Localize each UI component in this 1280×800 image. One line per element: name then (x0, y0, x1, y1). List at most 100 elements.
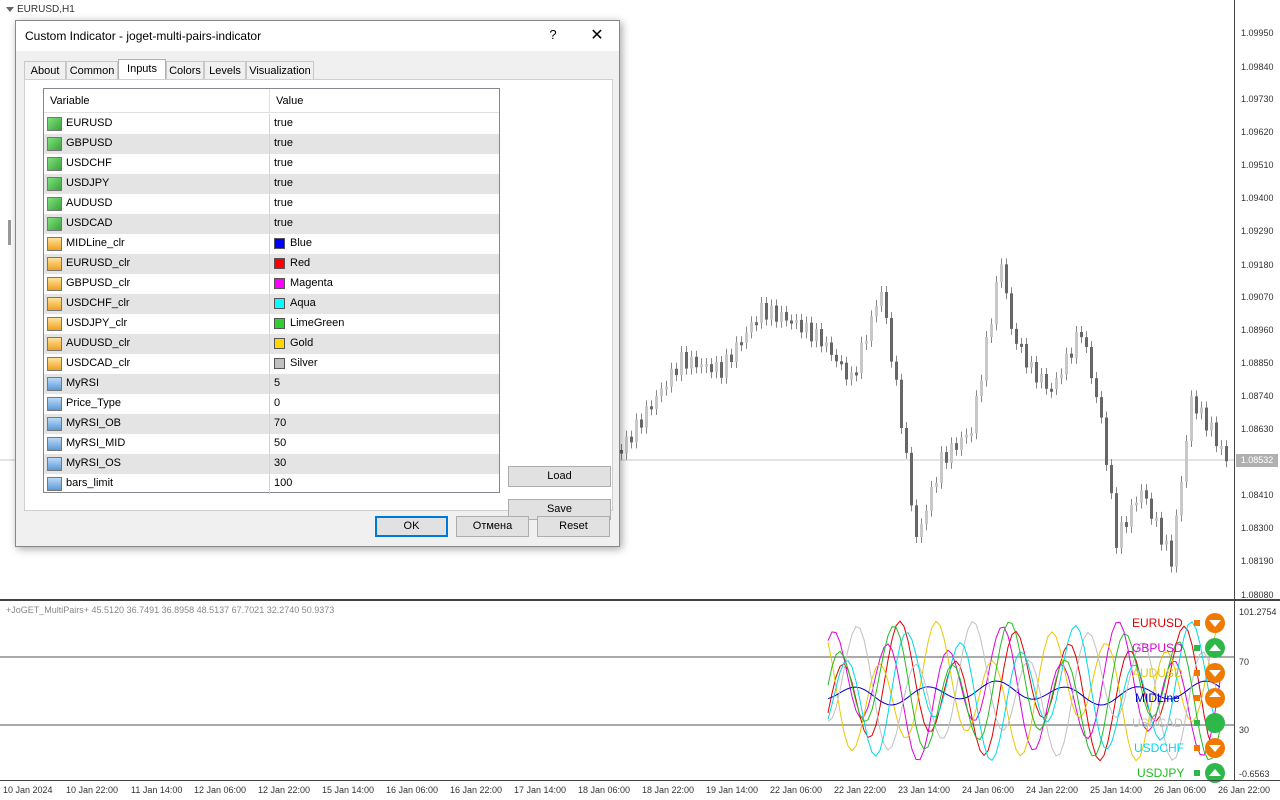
color-palette-icon (47, 277, 62, 291)
input-row-bars-limit[interactable]: bars_limit 100 (44, 474, 499, 494)
candle (750, 322, 753, 333)
candle (1045, 373, 1048, 389)
candle (1225, 446, 1228, 462)
indicator-axis[interactable]: 101.2754 70 30 -0.6563 (1234, 601, 1280, 781)
input-row-price-type[interactable]: Price_Type 0 (44, 394, 499, 414)
input-row-audusd-clr[interactable]: AUDUSD_clr Gold (44, 334, 499, 354)
candle (760, 302, 763, 323)
cancel-button[interactable]: Отмена (456, 516, 529, 537)
cell-divider (269, 354, 270, 374)
variable-value[interactable]: true (274, 217, 293, 229)
pair-marker (1194, 620, 1200, 626)
variable-value[interactable]: Silver (290, 357, 318, 369)
candle (825, 342, 828, 347)
time-axis[interactable]: 10 Jan 2024 10 Jan 22:00 11 Jan 14:00 12 Ja… (0, 780, 1280, 800)
candle (1030, 362, 1033, 368)
time-label: 26 Jan 06:00 (1154, 785, 1207, 795)
variable-value[interactable]: true (274, 197, 293, 209)
candle (1180, 481, 1183, 516)
color-swatch (274, 278, 285, 289)
input-row-eurusd-clr[interactable]: EURUSD_clr Red (44, 254, 499, 274)
color-palette-icon (47, 237, 62, 251)
pair-label-midline: MIDLine (1135, 691, 1180, 705)
variable-value[interactable]: Magenta (290, 277, 333, 289)
variable-value[interactable]: 50 (274, 437, 286, 449)
input-row-usdjpy-clr[interactable]: USDJPY_clr LimeGreen (44, 314, 499, 334)
input-row-audusd[interactable]: AUDUSD true (44, 194, 499, 214)
variable-value[interactable]: Gold (290, 337, 313, 349)
cell-divider (269, 174, 270, 194)
candle (705, 364, 708, 368)
input-row-eurusd[interactable]: EURUSD true (44, 114, 499, 134)
input-row-myrsi-mid[interactable]: MyRSI_MID 50 (44, 434, 499, 454)
candle (1115, 493, 1118, 548)
candle (1215, 422, 1218, 447)
variable-value[interactable]: true (274, 137, 293, 149)
variable-value[interactable]: true (274, 117, 293, 129)
variable-value[interactable]: Blue (290, 237, 312, 249)
candle (995, 281, 998, 325)
candle (1010, 293, 1013, 329)
current-price-tag: 1.08532 (1236, 454, 1278, 467)
input-row-myrsi-ob[interactable]: MyRSI_OB 70 (44, 414, 499, 434)
boolean-icon (47, 217, 62, 231)
close-icon[interactable]: ✕ (586, 25, 608, 45)
price-label: 1.08410 (1241, 490, 1274, 500)
input-row-myrsi[interactable]: MyRSI 5 (44, 374, 499, 394)
input-row-usdcad-clr[interactable]: USDCAD_clr Silver (44, 354, 499, 374)
candle (880, 291, 883, 306)
help-button[interactable]: ? (546, 27, 560, 42)
column-variable[interactable]: Variable (50, 95, 90, 107)
candle (925, 510, 928, 525)
variable-value[interactable]: LimeGreen (290, 317, 344, 329)
reset-button[interactable]: Reset (537, 516, 610, 537)
variable-value[interactable]: 70 (274, 417, 286, 429)
price-label: 1.08960 (1241, 325, 1274, 335)
input-row-gbpusd[interactable]: GBPUSD true (44, 134, 499, 154)
tab-common[interactable]: Common (66, 61, 118, 80)
candle (720, 362, 723, 378)
ok-button[interactable]: OK (375, 516, 448, 537)
input-row-usdcad[interactable]: USDCAD true (44, 214, 499, 234)
column-divider[interactable] (269, 89, 270, 113)
candle (715, 362, 718, 373)
variable-value[interactable]: Red (290, 257, 310, 269)
price-label: 1.08300 (1241, 523, 1274, 533)
candle (865, 340, 868, 344)
tab-visualization[interactable]: Visualization (246, 61, 314, 80)
candle (725, 354, 728, 378)
candle (630, 436, 633, 443)
time-label: 12 Jan 06:00 (194, 785, 247, 795)
pair-label-usdchf: USDCHF (1134, 741, 1184, 755)
dialog-titlebar[interactable]: Custom Indicator - joget-multi-pairs-ind… (16, 21, 619, 51)
candle (770, 305, 773, 320)
grid-header: Variable Value (44, 89, 499, 113)
input-row-usdchf[interactable]: USDCHF true (44, 154, 499, 174)
variable-value[interactable]: 100 (274, 477, 292, 489)
input-row-midline-clr[interactable]: MIDLine_clr Blue (44, 234, 499, 254)
variable-value[interactable]: true (274, 177, 293, 189)
input-row-gbpusd-clr[interactable]: GBPUSD_clr Magenta (44, 274, 499, 294)
input-row-myrsi-os[interactable]: MyRSI_OS 30 (44, 454, 499, 474)
variable-value[interactable]: 0 (274, 397, 280, 409)
pair-marker (1194, 745, 1200, 751)
tab-levels[interactable]: Levels (204, 61, 246, 80)
time-label: 26 Jan 22:00 (1218, 785, 1271, 795)
variable-value[interactable]: Aqua (290, 297, 316, 309)
indicator-level-label: 70 (1239, 657, 1250, 667)
candle (780, 311, 783, 322)
variable-value[interactable]: 30 (274, 457, 286, 469)
tab-inputs[interactable]: Inputs (118, 59, 166, 80)
input-row-usdchf-clr[interactable]: USDCHF_clr Aqua (44, 294, 499, 314)
variable-name: EURUSD_clr (66, 257, 131, 269)
candle (1220, 446, 1223, 450)
load-button[interactable]: Load (508, 466, 611, 487)
tab-colors[interactable]: Colors (166, 61, 204, 80)
price-axis[interactable]: 1.09950 1.09840 1.09730 1.09620 1.09510 1.094… (1234, 0, 1280, 600)
cell-divider (269, 274, 270, 294)
column-value[interactable]: Value (276, 95, 303, 107)
variable-value[interactable]: true (274, 157, 293, 169)
tab-about[interactable]: About (24, 61, 66, 80)
input-row-usdjpy[interactable]: USDJPY true (44, 174, 499, 194)
variable-value[interactable]: 5 (274, 377, 280, 389)
